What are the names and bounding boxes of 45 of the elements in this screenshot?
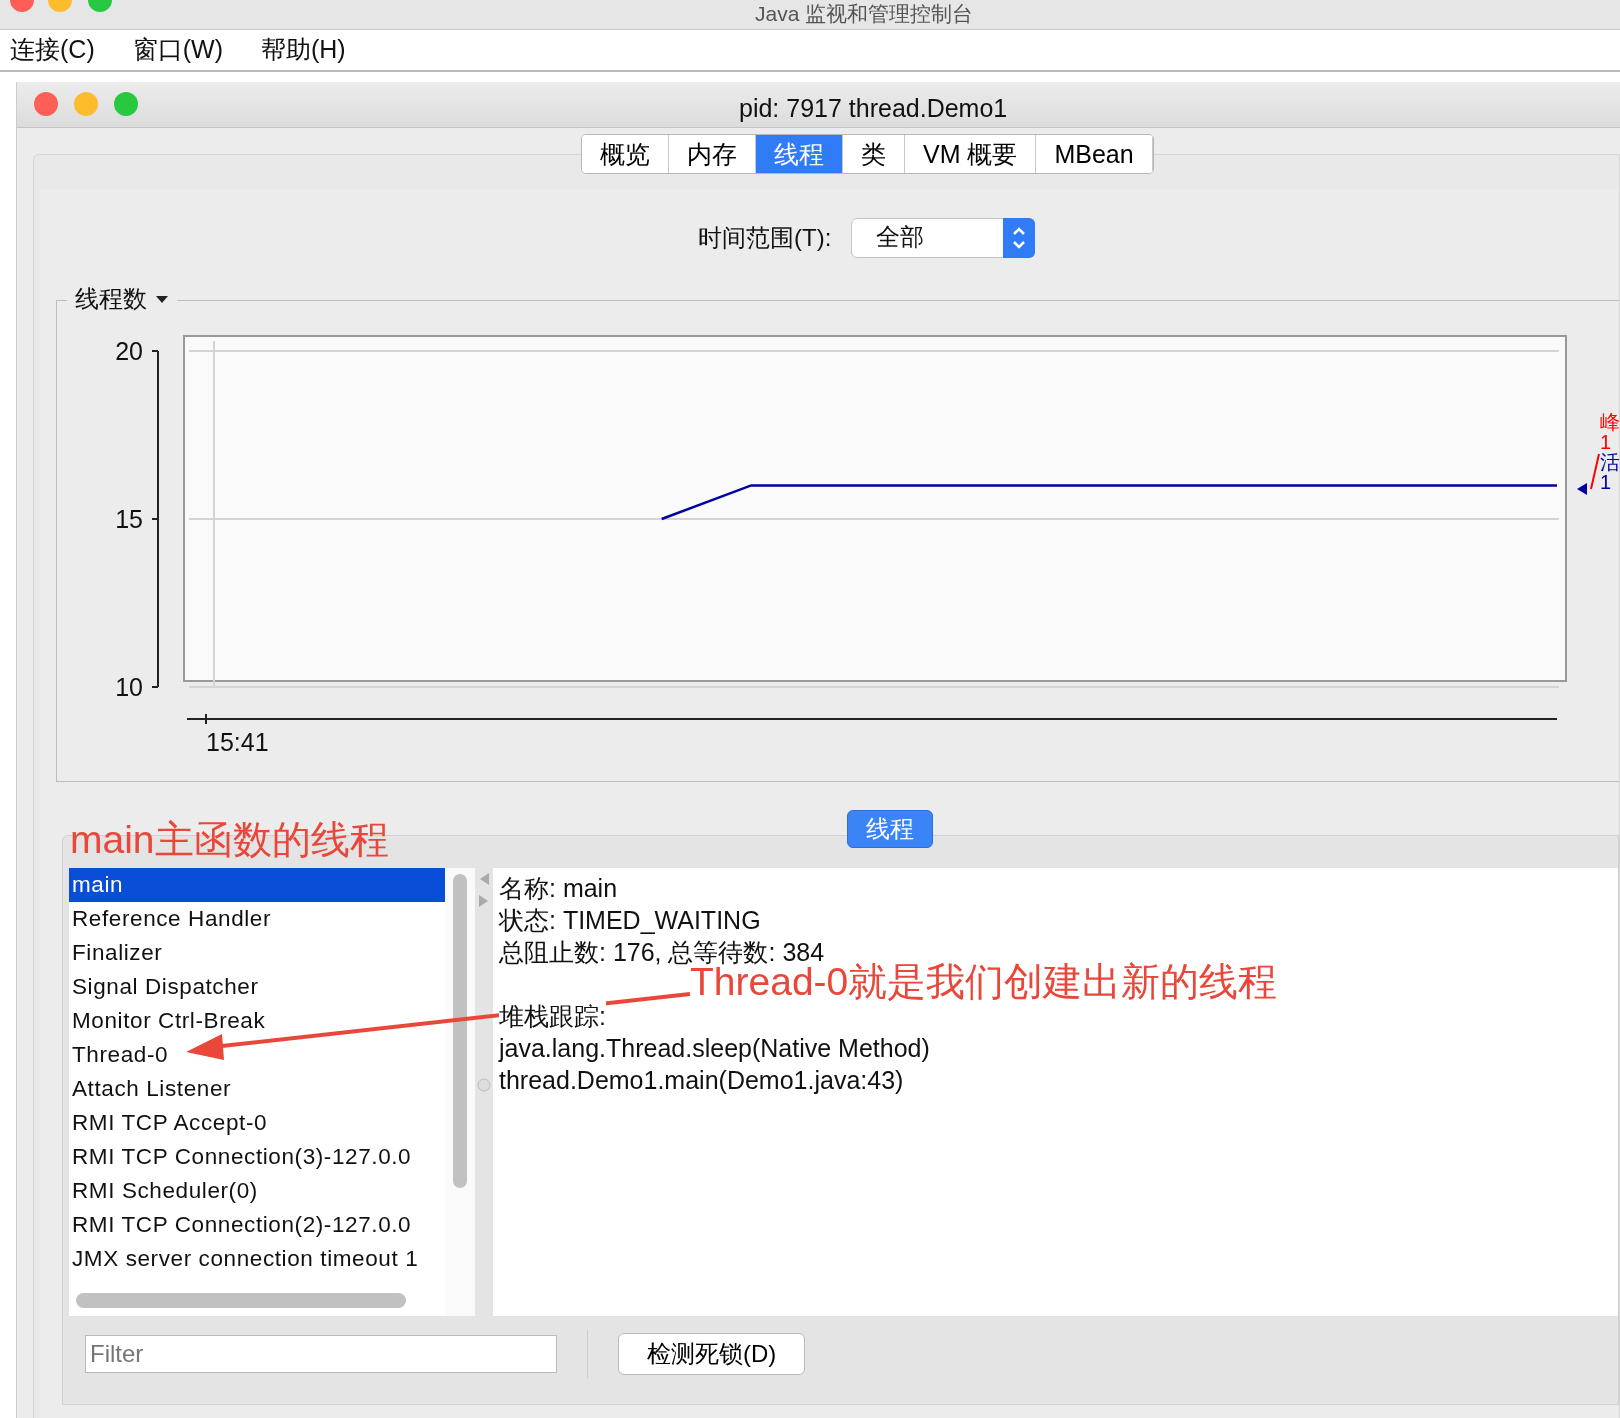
divider-handle-icon[interactable] xyxy=(477,1078,491,1092)
detect-deadlock-button[interactable]: 检测死锁(D) xyxy=(618,1333,806,1375)
tab[interactable]: 线程 xyxy=(756,135,843,173)
thread-list-item[interactable]: RMI Scheduler(0) xyxy=(69,1174,445,1208)
y-tick-label: 15 xyxy=(115,505,143,533)
thread-list-item[interactable]: RMI TCP Connection(2)-127.0.0 xyxy=(69,1208,445,1242)
thread-list-item[interactable]: Finalizer xyxy=(69,936,445,970)
leader-line xyxy=(1590,453,1600,490)
minimize-icon[interactable] xyxy=(74,92,98,116)
thread-list-item[interactable]: Monitor Ctrl-Break xyxy=(69,1004,445,1038)
window-title: pid: 7917 thread.Demo1 xyxy=(739,93,1008,124)
thread-list-item[interactable]: JMX server connection timeout 1 xyxy=(69,1242,445,1276)
stepper-icon xyxy=(1003,218,1036,258)
menu-item[interactable]: 窗口(W) xyxy=(132,31,223,69)
zoom-icon[interactable] xyxy=(114,92,138,116)
thread-list-item[interactable]: Attach Listener xyxy=(69,1072,445,1106)
legend-label: 活 xyxy=(1600,451,1619,473)
collapse-left-icon[interactable] xyxy=(478,872,490,886)
app-title: Java 监视和管理控制台 xyxy=(755,2,974,26)
scrollbar-thumb[interactable] xyxy=(76,1293,406,1308)
legend-value: 1 xyxy=(1600,471,1612,493)
tab[interactable]: 概览 xyxy=(582,135,669,173)
close-icon[interactable] xyxy=(34,92,58,116)
thread-list-item[interactable]: main xyxy=(69,868,445,902)
thread-list-item[interactable]: RMI TCP Connection(3)-127.0.0 xyxy=(69,1140,445,1174)
expand-right-icon[interactable] xyxy=(478,894,490,908)
y-tick-label: 10 xyxy=(115,673,143,701)
scrollbar-thumb[interactable] xyxy=(453,874,467,1188)
time-range-label: 时间范围(T): xyxy=(698,223,832,253)
menu-item[interactable]: 连接(C) xyxy=(10,31,95,69)
legend-label: 峰 xyxy=(1600,411,1619,433)
filter-field[interactable]: Filter xyxy=(85,1335,557,1373)
threads-title[interactable]: 线程 xyxy=(847,810,933,848)
thread-list-item[interactable]: RMI TCP Accept-0 xyxy=(69,1106,445,1140)
marker-icon xyxy=(1577,483,1587,495)
thread-list-item[interactable]: Signal Dispatcher xyxy=(69,970,445,1004)
thread-list-item[interactable]: Thread-0 xyxy=(69,1038,445,1072)
annotation-text: main主函数的线程 xyxy=(70,820,389,859)
x-tick-label: 15:41 xyxy=(206,728,269,756)
time-range-select[interactable]: 全部 xyxy=(851,218,1036,258)
thread-list-item[interactable]: Reference Handler xyxy=(69,902,445,936)
caret-icon xyxy=(155,294,169,304)
legend-value: 1 xyxy=(1600,431,1612,453)
y-tick-label: 20 xyxy=(115,337,143,365)
menu-item[interactable]: 帮助(H) xyxy=(260,31,346,69)
